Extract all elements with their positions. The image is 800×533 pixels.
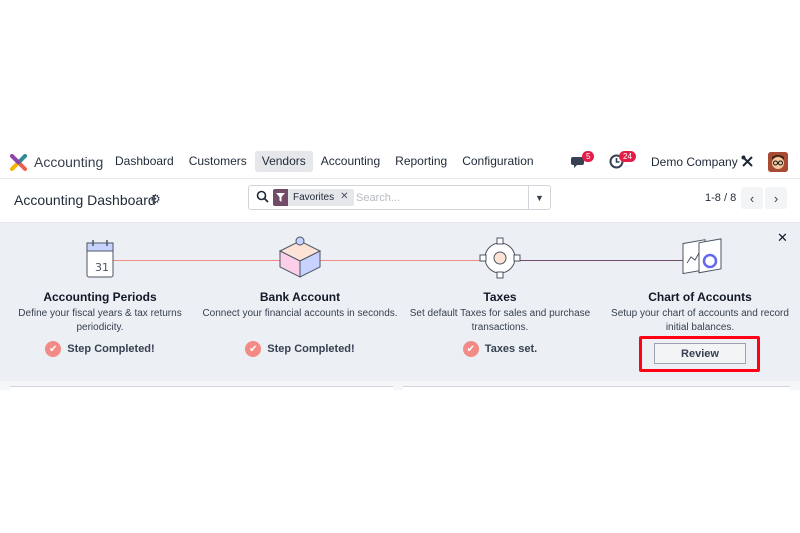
messages-badge: 5 <box>582 151 595 162</box>
caret-down-icon: ▼ <box>535 192 544 203</box>
onboarding-panel: ✕ 31 Accounting Periods Define your fisc… <box>0 223 800 381</box>
check-icon: ✔ <box>245 341 262 357</box>
close-icon[interactable]: ✕ <box>777 230 788 246</box>
menu-configuration[interactable]: Configuration <box>455 151 540 172</box>
user-avatar-icon <box>768 152 788 172</box>
menu-customers[interactable]: Customers <box>182 151 254 172</box>
app-name[interactable]: Accounting <box>34 154 103 170</box>
step-status: ✔ Taxes set. <box>400 341 600 357</box>
calendar-icon: 31 <box>86 240 114 278</box>
chevron-left-icon: ‹ <box>749 190 755 206</box>
check-icon: ✔ <box>45 341 62 357</box>
search-icon[interactable] <box>256 190 269 203</box>
menu-vendors[interactable]: Vendors <box>254 151 313 172</box>
journal-card <box>403 386 790 390</box>
check-icon: ✔ <box>462 341 479 357</box>
activities-badge: 24 <box>619 151 636 162</box>
step-status-label: Taxes set. <box>484 343 538 355</box>
step-status: ✔ Step Completed! <box>200 341 400 357</box>
journal-card <box>10 386 393 390</box>
accounting-app-icon[interactable] <box>10 154 27 171</box>
chevron-right-icon: › <box>773 190 779 206</box>
svg-text:31: 31 <box>95 261 109 274</box>
odoo-window: Accounting Dashboard Customers Vendors A… <box>0 145 800 390</box>
user-avatar[interactable] <box>768 152 788 172</box>
gear-icon[interactable]: ⚙ <box>150 192 161 206</box>
facet-remove-icon[interactable]: ✕ <box>339 189 353 206</box>
tools-icon[interactable] <box>741 155 754 168</box>
step-title: Chart of Accounts <box>648 290 752 304</box>
step-description: Setup your chart of accounts and record … <box>611 308 789 333</box>
search-input[interactable] <box>356 189 526 206</box>
search-bar[interactable]: Favorites ✕ ▼ <box>248 185 551 210</box>
activities-button[interactable]: 24 <box>609 151 636 170</box>
review-button[interactable]: Review <box>654 343 746 364</box>
step-status: ✔ Step Completed! <box>0 341 200 357</box>
menu-reporting[interactable]: Reporting <box>388 151 454 172</box>
step-title: Accounting Periods <box>43 290 157 304</box>
main-menu: Dashboard Customers Vendors Accounting R… <box>108 151 542 172</box>
step-title: Bank Account <box>259 290 341 304</box>
menu-accounting[interactable]: Accounting <box>314 151 387 172</box>
bank-icon <box>278 236 322 278</box>
control-panel: Accounting Dashboard ⚙ Favorites ✕ ▼ 1-8… <box>0 179 800 223</box>
step-description: Define your fiscal years & tax returns p… <box>18 308 182 333</box>
cog-icon <box>479 237 521 279</box>
messages-button[interactable]: 5 <box>571 151 595 170</box>
pager-previous-button[interactable]: ‹ <box>741 187 763 209</box>
step-connector <box>100 260 300 261</box>
step-description: Connect your financial accounts in secon… <box>202 308 398 319</box>
pager-value[interactable]: 1-8 / 8 <box>705 192 736 204</box>
pager-next-button[interactable]: › <box>765 187 787 209</box>
page-title: Accounting Dashboard <box>14 192 156 208</box>
menu-dashboard[interactable]: Dashboard <box>108 151 181 172</box>
step-description: Set default Taxes for sales and purchase… <box>409 308 591 333</box>
step-connector <box>500 260 700 261</box>
chart-document-icon <box>682 238 722 275</box>
search-facet: Favorites ✕ <box>273 189 354 206</box>
search-options-toggle[interactable]: ▼ <box>528 186 550 209</box>
facet-label: Favorites <box>293 192 335 203</box>
step-title: Taxes <box>483 290 517 304</box>
filter-icon <box>273 189 288 206</box>
top-navbar: Accounting Dashboard Customers Vendors A… <box>0 145 800 179</box>
step-connector <box>300 260 500 261</box>
company-switcher[interactable]: Demo Company <box>651 155 738 169</box>
step-status-label: Step Completed! <box>67 343 155 355</box>
step-status-label: Step Completed! <box>267 343 355 355</box>
